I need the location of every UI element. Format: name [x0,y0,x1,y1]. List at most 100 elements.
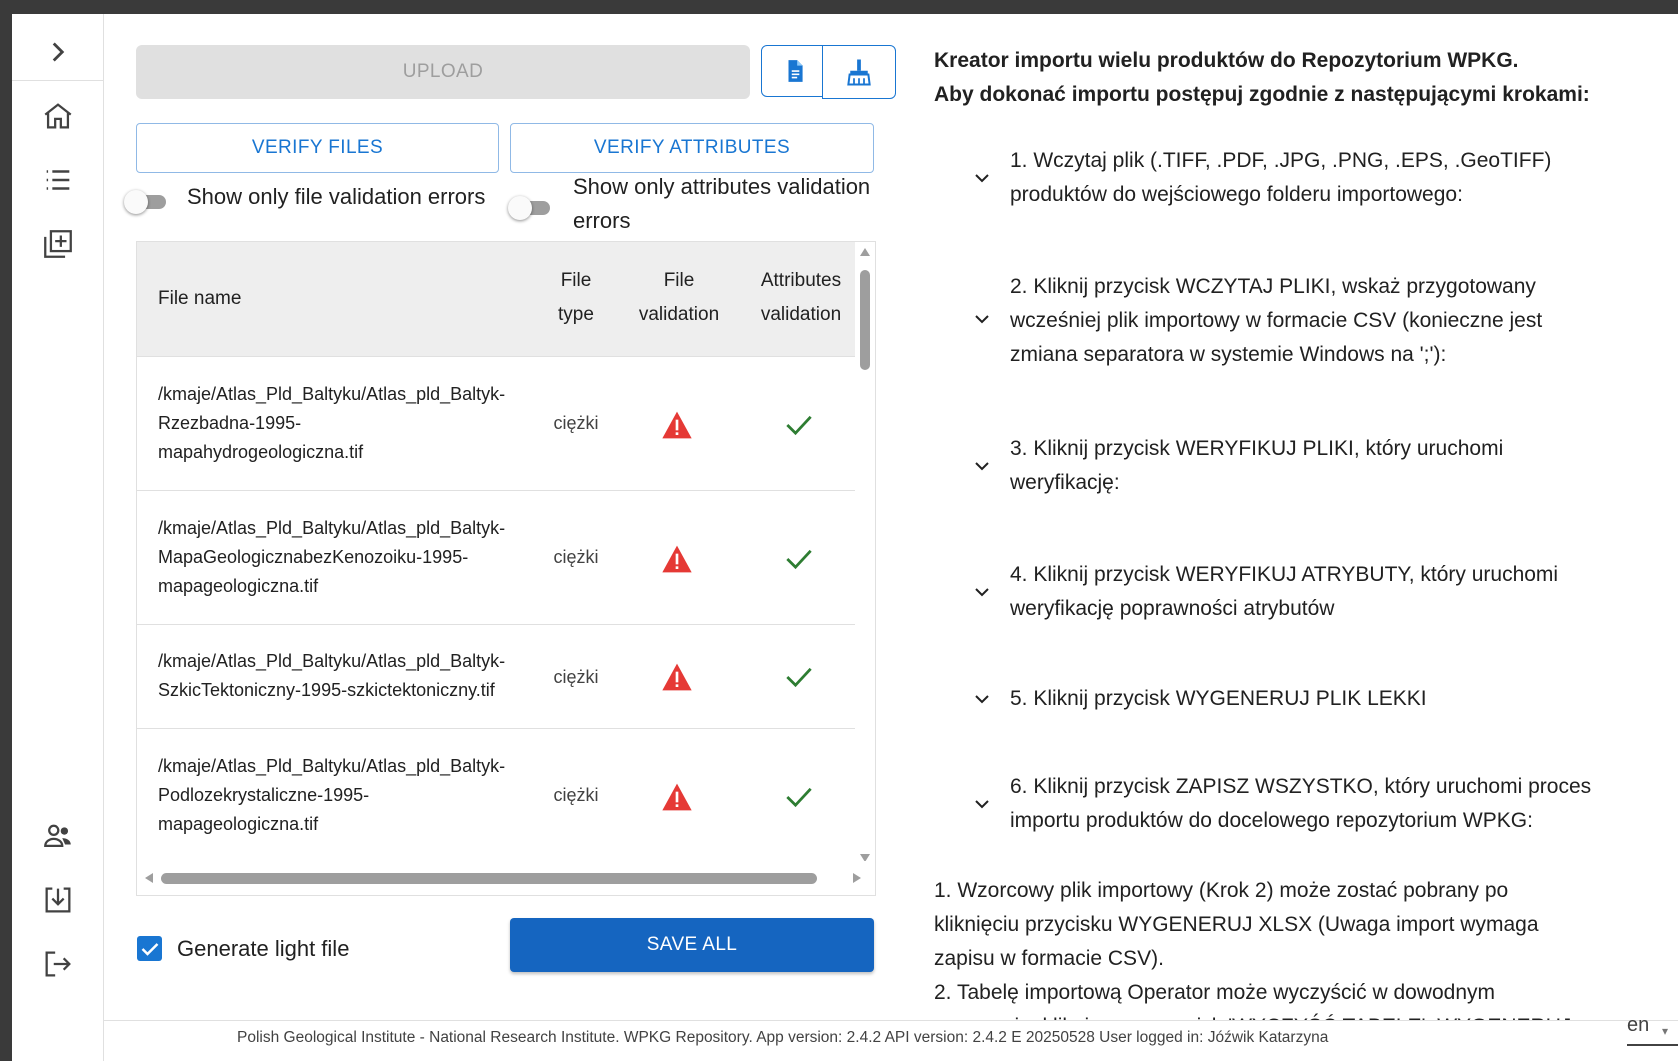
chevron-right-icon [52,42,65,62]
instructions-title: Kreator importu wielu produktów do Repoz… [934,44,1674,112]
upload-button[interactable]: UPLOAD [136,45,750,99]
save-all-button[interactable]: SAVE ALL [510,918,874,972]
file-name-cell: /kmaje/Atlas_Pld_Baltyku/Atlas_pld_Balty… [158,647,538,705]
file-name-line: /kmaje/Atlas_Pld_Baltyku/Atlas_pld_Balty… [158,384,506,404]
warning-icon[interactable] [659,541,695,577]
step-line: 2. Kliknij przycisk WCZYTAJ PLIKI, wskaż… [1010,275,1536,298]
step-line: 3. Kliknij przycisk WERYFIKUJ PLIKI, któ… [1010,437,1504,460]
chevron-down-icon[interactable] [970,792,994,816]
attr-errors-label-line2: errors [573,208,631,233]
sidebar-item-download[interactable] [34,876,82,924]
note-line: 1. Wzorcowy plik importowy (Krok 2) może… [934,879,1509,902]
scroll-right-arrow-icon[interactable] [853,873,861,883]
instructions-title-line: Aby dokonać importu postępuj zgodnie z n… [934,83,1590,106]
download-icon [45,887,71,913]
file-name-line: /kmaje/Atlas_Pld_Baltyku/Atlas_pld_Balty… [158,756,506,776]
check-icon [781,659,817,695]
file-errors-toggle[interactable] [124,190,168,214]
column-header-attributes-validation[interactable]: Attributes validation [747,264,855,332]
home-icon [44,103,72,129]
file-errors-toggle-label: Show only file validation errors [187,184,486,209]
instruction-step-1[interactable]: 1. Wczytaj plik (.TIFF, .PDF, .JPG, .PNG… [934,144,1674,212]
vertical-scrollbar[interactable] [855,242,875,862]
sidebar-item-logout[interactable] [34,940,82,988]
toggle-thumb [124,190,148,214]
horizontal-scrollbar[interactable] [137,861,875,895]
files-table: File name File type File validation Attr… [136,241,876,896]
step-line: 4. Kliknij przycisk WERYFIKUJ ATRYBUTY, … [1010,563,1559,586]
file-name-cell: /kmaje/Atlas_Pld_Baltyku/Atlas_pld_Balty… [158,514,538,601]
file-name-cell: /kmaje/Atlas_Pld_Baltyku/Atlas_pld_Balty… [158,380,538,467]
column-header-file-type[interactable]: File type [537,264,615,332]
warning-icon[interactable] [659,659,695,695]
warning-icon[interactable] [659,407,695,443]
step-text: 3. Kliknij przycisk WERYFIKUJ PLIKI, któ… [1010,432,1670,500]
table-row[interactable]: /kmaje/Atlas_Pld_Baltyku/Atlas_pld_Balty… [137,625,857,729]
generate-light-file-checkbox[interactable] [137,936,162,961]
broom-icon [847,59,871,86]
verify-attributes-button[interactable]: VERIFY ATTRIBUTES [510,123,874,173]
generate-light-file-label[interactable]: Generate light file [177,932,349,966]
sidebar-divider [12,80,103,81]
language-select[interactable]: en [1627,1014,1649,1037]
instruction-step-3[interactable]: 3. Kliknij przycisk WERYFIKUJ PLIKI, któ… [934,432,1674,500]
toggle-thumb [508,196,532,220]
instruction-notes: 1. Wzorcowy plik importowy (Krok 2) może… [934,874,1654,1020]
file-name-line: /kmaje/Atlas_Pld_Baltyku/Atlas_pld_Balty… [158,518,506,538]
chevron-down-icon[interactable] [970,166,994,190]
step-line: importu produktów do docelowego repozyto… [1010,809,1533,832]
file-name-line: Podlozekrystaliczne-1995- [158,785,370,805]
chevron-down-icon[interactable] [970,454,994,478]
instruction-step-5[interactable]: 5. Kliknij przycisk WYGENERUJ PLIK LEKKI [934,682,1674,716]
step-line: weryfikację poprawności atrybutów [1010,597,1335,620]
instruction-step-4[interactable]: 4. Kliknij przycisk WERYFIKUJ ATRYBUTY, … [934,558,1674,626]
chevron-down-icon[interactable] [970,687,994,711]
scroll-left-arrow-icon[interactable] [145,873,153,883]
header-line: validation [638,304,720,325]
instruction-step-6[interactable]: 6. Kliknij przycisk ZAPISZ WSZYSTKO, któ… [934,770,1674,838]
checkmark-icon [141,942,158,956]
table-row[interactable]: /kmaje/Atlas_Pld_Baltyku/Atlas_pld_Balty… [137,357,857,491]
verify-files-button[interactable]: VERIFY FILES [136,123,499,173]
step-text: 5. Kliknij przycisk WYGENERUJ PLIK LEKKI [1010,682,1670,716]
note-line: momencie, klikając na przycisk 'WYCZYŚĆ … [934,1010,1654,1020]
step-text: 6. Kliknij przycisk ZAPISZ WSZYSTKO, któ… [1010,770,1670,838]
warning-icon[interactable] [659,779,695,815]
chevron-down-icon[interactable] [970,580,994,604]
horizontal-scroll-thumb[interactable] [161,873,817,884]
expand-sidebar-button[interactable] [34,28,82,76]
sidebar-item-users[interactable] [34,812,82,860]
list-icon [46,170,70,190]
column-header-file-validation[interactable]: File validation [625,264,733,332]
vertical-scroll-thumb[interactable] [860,270,870,370]
generate-xlsx-button[interactable] [761,45,829,97]
chevron-down-icon[interactable] [970,307,994,331]
file-document-icon [788,60,803,82]
scroll-up-arrow-icon[interactable] [860,248,870,256]
table-row[interactable]: /kmaje/Atlas_Pld_Baltyku/Atlas_pld_Balty… [137,491,857,625]
file-name-line: mapageologiczna.tif [158,576,319,596]
sidebar-item-list[interactable] [34,156,82,204]
header-line: type [558,304,594,325]
clear-table-button[interactable] [822,45,896,99]
file-type-cell: ciężki [553,547,599,567]
step-line: zmiana separatora w systemie Windows na … [1010,343,1447,366]
users-icon [44,824,71,848]
instruction-step-2[interactable]: 2. Kliknij przycisk WCZYTAJ PLIKI, wskaż… [934,270,1674,372]
window-frame-top [0,0,1678,14]
sidebar-item-add-multiple[interactable] [34,220,82,268]
step-line: 1. Wczytaj plik (.TIFF, .PDF, .JPG, .PNG… [1010,149,1552,172]
footer: Polish Geological Institute - National R… [104,1020,1678,1061]
file-name-line: Rzezbadna-1995- [158,413,302,433]
file-name-line: mapageologiczna.tif [158,814,319,834]
app-root: UPLOAD VERIFY FILES VERIFY ATTRIBUTES Sh… [12,14,1678,1061]
step-line: 6. Kliknij przycisk ZAPISZ WSZYSTKO, któ… [1010,775,1592,798]
file-type-cell: ciężki [553,667,599,687]
step-line: wcześniej plik importowy w formacie CSV … [1010,309,1543,332]
attr-errors-toggle[interactable] [508,196,552,220]
table-row[interactable]: /kmaje/Atlas_Pld_Baltyku/Atlas_pld_Balty… [137,729,857,863]
language-select-underline [1627,1044,1678,1046]
dropdown-caret-icon[interactable]: ▾ [1662,1024,1668,1038]
column-header-file-name[interactable]: File name [158,282,241,316]
sidebar-item-home[interactable] [34,92,82,140]
